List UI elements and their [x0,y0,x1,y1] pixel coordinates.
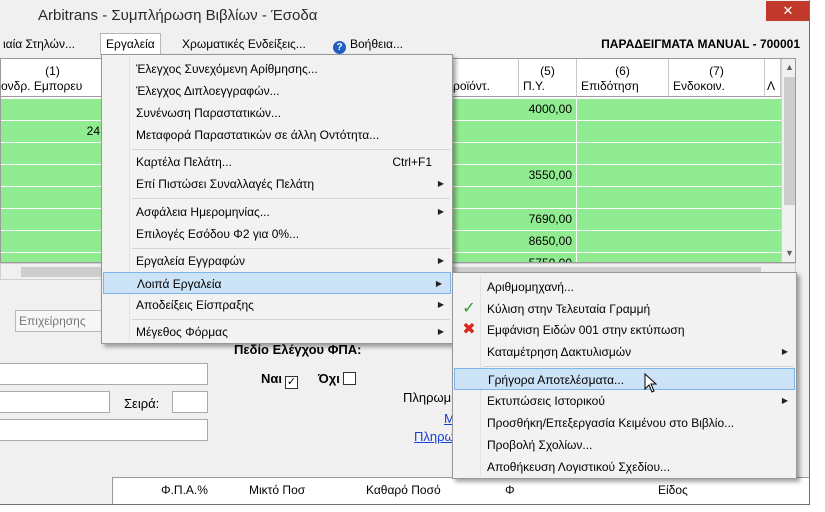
menu-item-show-items-001[interactable]: ✖ Εμφάνιση Ειδών 001 στην εκτύπωση [453,319,796,341]
bottom-table-header: Φ.Π.Α.% Μικτό Ποσ Καθαρό Ποσό Φ Είδος [112,477,809,504]
scroll-up-icon[interactable]: ▲ [785,62,794,72]
menu-item-edit-book-text[interactable]: Προσθήκη/Επεξεργασία Κειμένου στο Βιβλίο… [453,412,796,434]
yes-checkbox[interactable]: ✓ [285,376,298,389]
scroll-down-icon[interactable]: ▼ [785,248,794,258]
help-icon: ? [333,41,346,54]
column-gross-amount[interactable]: Μικτό Ποσ [249,483,305,497]
table-cell[interactable] [1,253,105,262]
other-tools-submenu: Αριθμομηχανή... ✓ Κύλιση στην Τελευταία Γ… [452,272,797,479]
table-cell[interactable]: 5750,00 [519,253,577,262]
payment-label: Πληρωμ [403,390,452,405]
cross-icon: ✖ [462,321,476,338]
window-title: Arbitrans - Συμπλήρωση Βιβλίων - Έσοδα [38,7,318,24]
company-label: ΠΑΡΑΔΕΙΓΜΑΤΑ MANUAL - 700001 [601,37,800,51]
yes-option[interactable]: Ναι ✓ [261,371,298,389]
column-header-6[interactable]: (6) Επιδότηση [577,59,669,97]
table-cell[interactable]: 24 [1,121,105,142]
table-cell[interactable] [1,99,105,120]
submenu-arrow-icon: ▶ [781,347,788,356]
menu-item-form-size[interactable]: Μέγεθος Φόρμας ▶ [102,321,452,343]
column-header-7[interactable]: (7) Ενδοκοιν. [669,59,765,97]
menu-item-date-security[interactable]: Ασφάλεια Ημερομηνίας... ▶ [102,201,452,223]
text-field[interactable] [0,363,208,385]
series-label: Σειρά: [124,396,160,411]
menu-bar: ιαία Στηλών... Εργαλεία Χρωματικές Ενδεί… [0,33,809,55]
menu-item-numbering-check[interactable]: Έλεγχος Συνεχόμενη Αρίθμησης... [102,58,452,80]
submenu-arrow-icon: ▶ [437,207,444,216]
tools-menu: Έλεγχος Συνεχόμενη Αρίθμησης... Έλεγχος … [101,54,453,344]
close-button[interactable]: ✕ [766,1,809,21]
menu-separator [483,366,794,367]
no-label: Όχι [318,371,340,386]
menu-item-keystroke-count[interactable]: Καταμέτρηση Δακτυλισμών ▶ [453,341,796,363]
column-type[interactable]: Είδος [658,483,688,497]
table-cell[interactable] [1,187,105,208]
menu-item-credit-transactions[interactable]: Επί Πιστώσει Συναλλαγές Πελάτη ▶ [102,173,452,195]
column-net-amount[interactable]: Καθαρό Ποσό [366,483,441,497]
mouse-pointer-icon [644,373,658,393]
menu-item-duplicates-check[interactable]: Έλεγχος Διπλοεγγραφών... [102,80,452,102]
menu-item-scroll-last-row[interactable]: ✓ Κύλιση στην Τελευταία Γραμμή [453,298,796,320]
table-cell[interactable] [1,143,105,164]
table-cell[interactable]: 4000,00 [519,99,577,120]
table-cell[interactable]: 8650,00 [519,231,577,252]
menu-item-quick-results[interactable]: Γρήγορα Αποτελέσματα... [454,368,795,390]
no-option[interactable]: Όχι [318,371,356,386]
column-header-8[interactable]: Λ [765,59,781,97]
text-field[interactable] [0,419,208,441]
vat-check-label: Πεδίο Ελέγχου ΦΠΑ: [234,342,362,357]
column-header-5[interactable]: (5) Π.Υ. [519,59,577,97]
scroll-thumb[interactable] [784,77,795,205]
menu-item-income-options[interactable]: Επιλογές Εσόδου Φ2 για 0%... [102,223,452,245]
table-cell[interactable]: 7690,00 [519,209,577,230]
text-field[interactable] [0,391,110,413]
menu-item-calculator[interactable]: Αριθμομηχανή... [453,276,796,298]
menu-help-label: Βοήθεια... [350,37,403,51]
menu-item-merge-documents[interactable]: Συνένωση Παραστατικών... [102,102,452,124]
check-icon: ✓ [462,300,476,317]
submenu-arrow-icon: ▶ [781,396,788,405]
menu-item-receipts[interactable]: Αποδείξεις Είσπραξης ▶ [102,294,452,316]
vertical-scrollbar[interactable]: ▲ ▼ [781,59,795,262]
submenu-arrow-icon: ▶ [437,300,444,309]
table-cell[interactable] [1,231,105,252]
menu-color-indicators[interactable]: Χρωματικές Ενδείξεις... [177,33,311,55]
menu-item-save-chart-of-accounts[interactable]: Αποθήκευση Λογιστικού Σχεδίου... [453,456,796,478]
menu-column-settings[interactable]: ιαία Στηλών... [0,33,80,55]
submenu-arrow-icon: ▶ [437,256,444,265]
submenu-arrow-icon: ▶ [435,279,442,288]
submenu-arrow-icon: ▶ [437,327,444,336]
column-header-products[interactable]: ροϊόντ. [453,59,519,97]
menu-separator [132,149,450,150]
menu-help[interactable]: ? Βοήθεια... [328,33,408,55]
menu-item-history-prints[interactable]: Εκτυπώσεις Ιστορικού ▶ [453,390,796,412]
column-vat-percent[interactable]: Φ.Π.Α.% [161,483,208,497]
table-cell[interactable] [519,121,577,142]
column-f[interactable]: Φ [505,483,515,497]
menu-tools[interactable]: Εργαλεία [100,33,161,55]
table-cell[interactable] [1,165,105,186]
table-cell[interactable] [519,143,577,164]
no-checkbox[interactable] [342,372,356,385]
menu-separator [132,319,450,320]
menu-item-transfer-documents[interactable]: Μεταφορά Παραστατικών σε άλλη Οντότητα..… [102,124,452,146]
menu-separator [132,198,450,199]
table-cell[interactable]: 3550,00 [519,165,577,186]
yes-label: Ναι [261,371,282,386]
menu-item-entry-tools[interactable]: Εργαλεία Εγγραφών ▶ [102,250,452,272]
business-tab[interactable]: Επιχείρησης [15,310,102,332]
submenu-arrow-icon: ▶ [437,179,444,188]
title-bar: Arbitrans - Συμπλήρωση Βιβλίων - Έσοδα ✕ [0,0,809,32]
table-cell[interactable] [519,187,577,208]
menu-separator [132,248,450,249]
menu-item-customer-card[interactable]: Καρτέλα Πελάτη... Ctrl+F1 [102,151,452,173]
table-cell[interactable] [1,209,105,230]
series-field[interactable] [172,391,208,413]
menu-item-view-comments[interactable]: Προβολή Σχολίων... [453,434,796,456]
column-header-1[interactable]: (1) ονδρ. Εμπορευ [1,59,105,97]
menu-item-other-tools[interactable]: Λοιπά Εργαλεία ▶ [103,272,451,294]
